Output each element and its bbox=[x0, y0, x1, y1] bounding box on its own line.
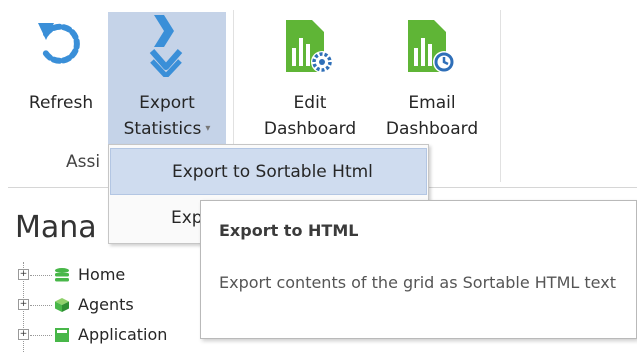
page-title: Mana bbox=[15, 210, 97, 245]
edit-dashboard-icon bbox=[286, 20, 333, 73]
menu-item-export-sortable-html[interactable]: Export to Sortable Html bbox=[110, 148, 427, 195]
menu-item-label: Exp bbox=[171, 208, 203, 228]
export-label-line2: Statistics ▾ bbox=[108, 117, 226, 141]
group-separator bbox=[500, 10, 501, 182]
expand-icon[interactable]: + bbox=[18, 299, 29, 310]
tooltip-body: Export contents of the grid as Sortable … bbox=[219, 273, 616, 292]
export-arrow-icon bbox=[149, 15, 183, 77]
expand-icon[interactable]: + bbox=[18, 269, 29, 280]
email-dashboard-label-line1: Email bbox=[408, 93, 456, 113]
tree-item-label: Home bbox=[78, 265, 126, 284]
refresh-icon bbox=[38, 23, 80, 64]
ribbon-group-label: Assi bbox=[66, 152, 101, 172]
database-icon bbox=[55, 268, 69, 282]
agents-cube-icon bbox=[55, 298, 69, 312]
email-dashboard-icon bbox=[408, 20, 455, 73]
expand-icon[interactable]: + bbox=[18, 329, 29, 340]
email-dashboard-label-line2: Dashboard bbox=[385, 119, 479, 139]
tree-connector bbox=[30, 275, 52, 276]
tree-item-label: Agents bbox=[78, 295, 134, 314]
tree-item-label: Application bbox=[78, 325, 168, 344]
tree-connector bbox=[30, 305, 52, 306]
email-dashboard-button[interactable]: Email Dashboard bbox=[372, 12, 492, 144]
edit-dashboard-label-line2: Dashboard bbox=[263, 119, 357, 139]
export-label-line1: Export bbox=[139, 93, 195, 113]
chevron-down-icon: ▾ bbox=[205, 123, 211, 134]
export-label-statistics: Statistics bbox=[123, 119, 202, 139]
refresh-label: Refresh bbox=[28, 93, 94, 113]
edit-dashboard-button[interactable]: Edit Dashboard bbox=[250, 12, 370, 144]
tooltip: Export to HTML Export contents of the gr… bbox=[200, 200, 637, 339]
export-statistics-button[interactable]: Export Statistics ▾ bbox=[108, 12, 226, 153]
edit-dashboard-label-line1: Edit bbox=[293, 93, 327, 113]
tooltip-title: Export to HTML bbox=[219, 221, 359, 240]
refresh-button[interactable]: Refresh bbox=[18, 12, 104, 122]
tree-connector bbox=[30, 335, 52, 336]
menu-item-label: Export to Sortable Html bbox=[172, 162, 373, 182]
